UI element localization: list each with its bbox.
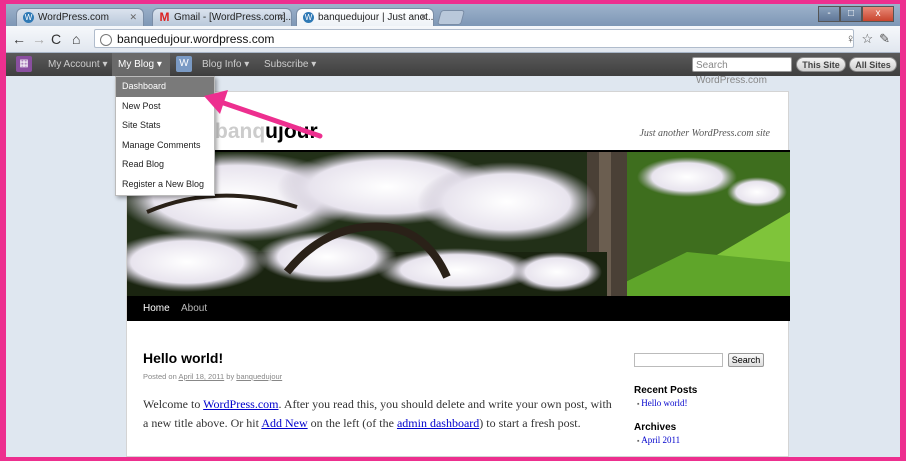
bookmark-star-icon[interactable]: ☆ [861, 31, 879, 46]
sidebar-search-input[interactable] [634, 353, 723, 367]
user-avatar-icon[interactable]: ▦ [16, 56, 32, 72]
tab-label: banquedujour | Just anot... [318, 12, 434, 23]
menu-item-new-post[interactable]: New Post [116, 97, 214, 117]
gmail-icon: M [159, 10, 170, 24]
close-icon[interactable]: ✕ [419, 12, 427, 23]
url-text: banquedujour.wordpress.com [117, 32, 275, 46]
browser-window: W WordPress.com ✕ M Gmail - [WordPress.c… [6, 4, 900, 457]
archive-item[interactable]: April 2011 [637, 435, 680, 445]
wpcom-admin-bar: ▦ My Account ▾ My Blog ▾ W Blog Info ▾ S… [6, 53, 900, 86]
wordpress-icon: W [23, 12, 34, 23]
new-tab-button[interactable] [436, 10, 466, 25]
reload-icon[interactable]: C [51, 31, 61, 47]
my-blog-dropdown: Dashboard New Post Site Stats Manage Com… [115, 76, 215, 196]
pagerank-icon[interactable]: ♀ [846, 31, 862, 46]
post-date-link[interactable]: April 18, 2011 [178, 372, 224, 381]
tab-gmail[interactable]: M Gmail - [WordPress.com]... ✕ [152, 8, 292, 26]
menu-item-site-stats[interactable]: Site Stats [116, 116, 214, 136]
this-site-button[interactable]: This Site [796, 57, 846, 72]
wrench-icon[interactable]: ✎ [879, 31, 896, 46]
my-account-menu[interactable]: My Account ▾ [42, 53, 114, 76]
site-navigation: Home About [127, 296, 790, 321]
recent-post-item[interactable]: Hello world! [637, 398, 687, 408]
browser-toolbar: ← → C ⌂ banquedujour.wordpress.com ♀☆✎ [6, 26, 900, 53]
post-author-link[interactable]: banquedujour [236, 372, 282, 381]
wordpress-icon: W [303, 12, 314, 23]
wordpress-link[interactable]: WordPress.com [203, 397, 278, 411]
site-title[interactable]: banqujour [215, 120, 318, 144]
menu-item-dashboard[interactable]: Dashboard [116, 77, 214, 97]
post-title[interactable]: Hello world! [143, 350, 223, 366]
nav-home[interactable]: Home [143, 296, 170, 321]
window-controls: - □ x [818, 6, 894, 22]
nav-about[interactable]: About [181, 296, 207, 321]
home-icon[interactable]: ⌂ [72, 31, 80, 47]
back-icon[interactable]: ← [12, 31, 26, 47]
blog-page: banqujour Just another WordPress.com sit… [126, 91, 790, 457]
close-icon[interactable]: ✕ [277, 12, 285, 23]
post-meta: Posted on April 18, 2011 by banquedujour [143, 372, 283, 381]
admin-dashboard-link[interactable]: admin dashboard [397, 416, 479, 430]
my-blog-menu[interactable]: My Blog ▾ [112, 53, 170, 76]
add-new-link[interactable]: Add New [261, 416, 307, 430]
subscribe-menu[interactable]: Subscribe ▾ [258, 53, 322, 76]
tab-banquedujour[interactable]: W banquedujour | Just anot... ✕ [296, 8, 434, 26]
tab-label: Gmail - [WordPress.com]... [174, 12, 292, 23]
close-icon[interactable]: ✕ [129, 12, 137, 23]
site-tagline: Just another WordPress.com site [639, 128, 770, 139]
globe-icon [100, 34, 112, 46]
maximize-button[interactable]: □ [840, 6, 862, 22]
menu-item-read-blog[interactable]: Read Blog [116, 155, 214, 175]
tab-wordpress[interactable]: W WordPress.com ✕ [16, 8, 144, 26]
address-bar[interactable]: banquedujour.wordpress.com [94, 29, 854, 48]
forward-icon[interactable]: → [32, 31, 46, 47]
tab-label: WordPress.com [38, 12, 109, 23]
header-image [127, 152, 790, 296]
post-content: Welcome to WordPress.com. After you read… [143, 397, 612, 430]
sidebar-search-button[interactable]: Search [728, 353, 764, 367]
close-window-button[interactable]: x [862, 6, 894, 22]
blog-info-menu[interactable]: Blog Info ▾ [196, 53, 255, 76]
minimize-button[interactable]: - [818, 6, 840, 22]
recent-posts-heading: Recent Posts [634, 385, 698, 396]
tab-strip: W WordPress.com ✕ M Gmail - [WordPress.c… [6, 4, 900, 26]
menu-item-register-blog[interactable]: Register a New Blog [116, 175, 214, 195]
wpcom-search-input[interactable]: Search WordPress.com [692, 57, 792, 86]
all-sites-button[interactable]: All Sites [849, 57, 897, 72]
archives-heading: Archives [634, 422, 677, 433]
toolbar-icons: ♀☆✎ [846, 31, 896, 47]
menu-item-manage-comments[interactable]: Manage Comments [116, 136, 214, 156]
blog-logo-icon[interactable]: W [176, 56, 192, 72]
